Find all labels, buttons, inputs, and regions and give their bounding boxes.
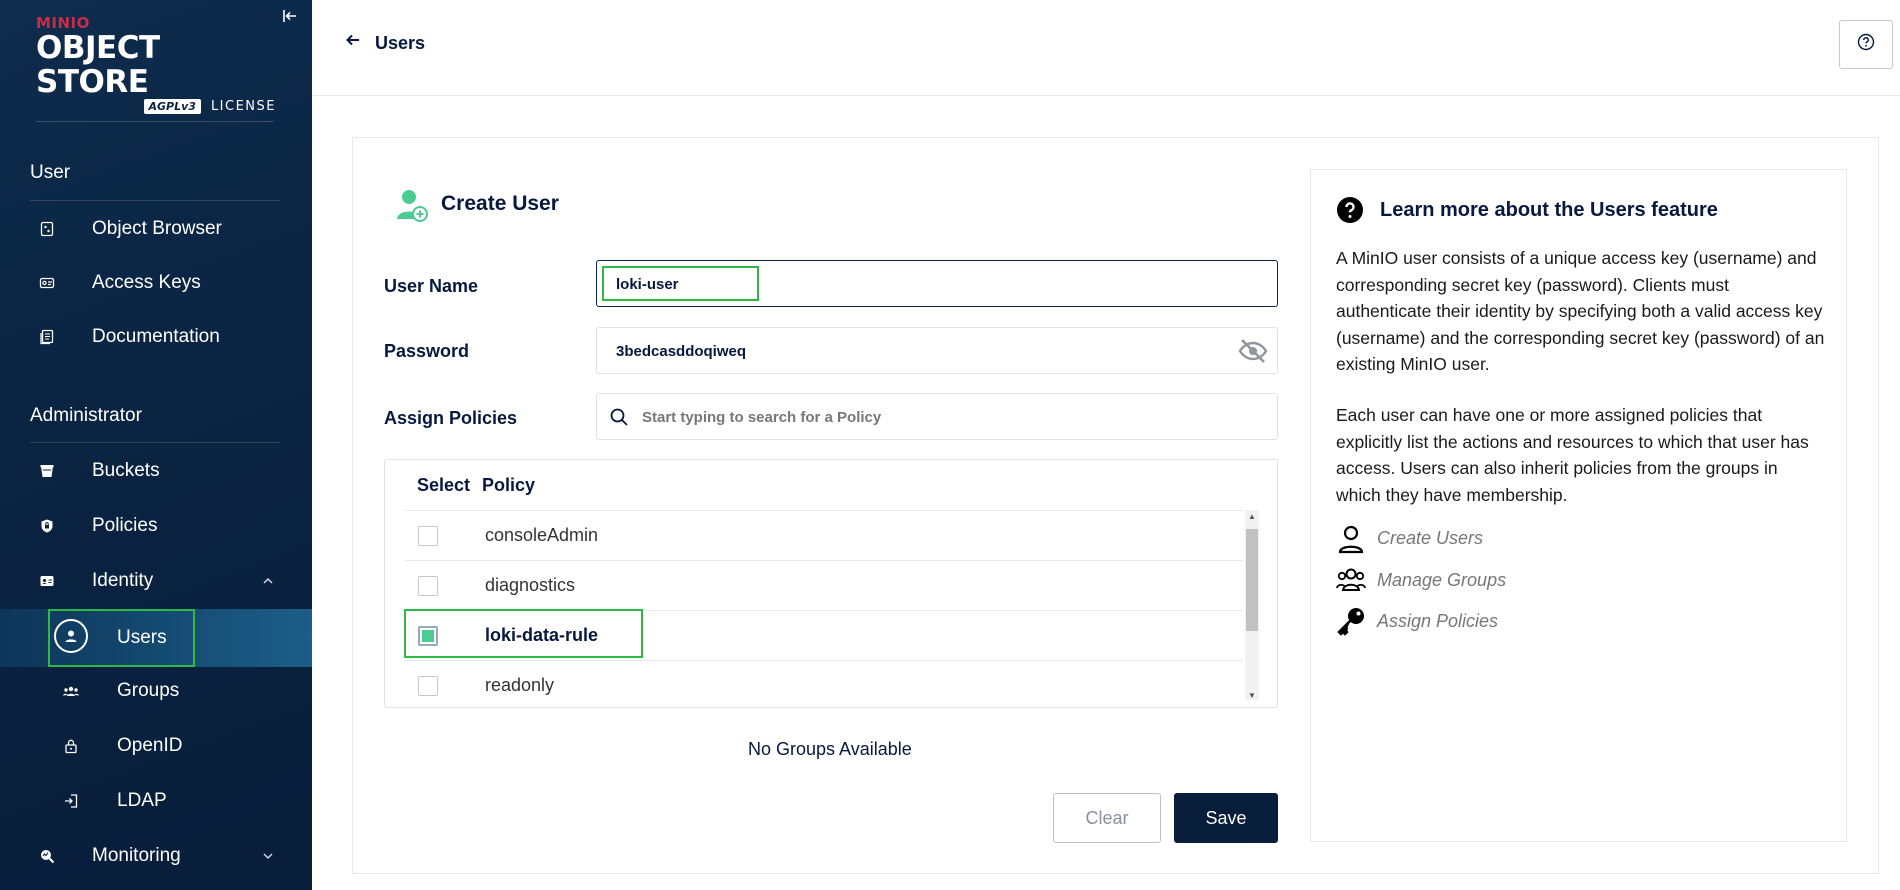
sidebar-item-label: Groups: [117, 680, 180, 701]
object-browser-icon: [38, 220, 56, 238]
policy-checkbox[interactable]: [418, 576, 438, 596]
sidebar-item-ldap[interactable]: LDAP: [0, 778, 312, 824]
sidebar-item-buckets[interactable]: Buckets: [0, 448, 312, 494]
form-title: Create User: [441, 192, 559, 215]
collapse-sidebar-icon[interactable]: [280, 8, 300, 28]
identity-icon: [38, 572, 56, 590]
save-button[interactable]: Save: [1174, 793, 1278, 843]
sidebar-item-label: Monitoring: [92, 845, 181, 866]
sidebar-item-identity[interactable]: Identity: [0, 558, 312, 604]
password-input[interactable]: 3bedcasddoqiweq: [596, 327, 1278, 374]
policy-highlight-box: [404, 609, 643, 658]
section-divider: [30, 442, 280, 443]
user-icon: [54, 619, 88, 653]
assign-policies-label: Assign Policies: [384, 408, 518, 428]
clear-button[interactable]: Clear: [1053, 793, 1161, 843]
help-button[interactable]: [1839, 20, 1893, 69]
sidebar-item-access-keys[interactable]: Access Keys: [0, 260, 312, 306]
groups-outline-icon: [1336, 566, 1366, 596]
logo-divider: [36, 121, 274, 122]
policy-scrollbar[interactable]: ▲ ▼: [1245, 510, 1259, 700]
help-paragraph: Each user can have one or more assigned …: [1336, 405, 1809, 505]
minio-logo[interactable]: MINIO OBJECT STORE AGPLv3 LICENSE: [36, 14, 276, 114]
sidebar-item-object-browser[interactable]: Object Browser: [0, 206, 312, 252]
help-link-create-users[interactable]: Create Users: [1377, 528, 1483, 549]
sidebar: MINIO OBJECT STORE AGPLv3 LICENSE User O…: [0, 0, 312, 890]
logo-product: OBJECT STORE: [36, 30, 160, 100]
top-bar: Users: [312, 0, 1900, 96]
sidebar-item-documentation[interactable]: Documentation: [0, 314, 312, 360]
password-value: 3bedcasddoqiweq: [616, 343, 747, 360]
table-row[interactable]: readonly: [405, 660, 1243, 707]
access-keys-icon: [38, 274, 56, 292]
help-paragraph: A MinIO user consists of a unique access…: [1336, 248, 1825, 374]
back-link-users[interactable]: Users: [375, 33, 425, 54]
no-groups-message: No Groups Available: [748, 739, 912, 759]
sidebar-item-label: Object Browser: [92, 218, 222, 239]
back-arrow-icon[interactable]: [345, 31, 361, 52]
username-value: loki-user: [616, 276, 679, 293]
groups-icon: [62, 682, 80, 700]
section-title-user: User: [30, 162, 71, 183]
sidebar-item-label: Access Keys: [92, 272, 201, 293]
column-header-select: Select: [417, 475, 471, 495]
chevron-up-icon[interactable]: [262, 574, 274, 588]
agpl-badge: AGPLv3: [143, 99, 201, 114]
username-label: User Name: [384, 276, 479, 296]
policy-name: readonly: [485, 675, 555, 695]
sidebar-item-label: Policies: [92, 515, 158, 536]
user-outline-icon: [1336, 524, 1366, 554]
bucket-icon: [38, 462, 56, 480]
sidebar-item-monitoring[interactable]: Monitoring: [0, 833, 312, 879]
table-row[interactable]: diagnostics: [405, 560, 1243, 610]
scroll-up-icon[interactable]: ▲: [1248, 512, 1256, 521]
section-divider: [30, 200, 280, 201]
column-header-policy: Policy: [482, 475, 536, 495]
logo-license: LICENSE: [210, 99, 276, 114]
username-input[interactable]: loki-user: [596, 260, 1278, 307]
help-link-assign-policies[interactable]: Assign Policies: [1377, 611, 1498, 632]
policy-name: diagnostics: [485, 575, 576, 595]
documentation-icon: [38, 328, 56, 346]
create-user-icon: [395, 187, 429, 223]
search-placeholder: Start typing to search for a Policy: [642, 409, 882, 426]
eye-off-icon[interactable]: [1237, 338, 1269, 364]
key-icon: [1336, 606, 1366, 636]
sidebar-item-policies[interactable]: Policies: [0, 503, 312, 549]
section-title-administrator: Administrator: [30, 405, 142, 426]
table-row[interactable]: consoleAdmin: [405, 510, 1243, 560]
policy-checkbox[interactable]: [418, 526, 438, 546]
policy-search-input[interactable]: Start typing to search for a Policy: [596, 393, 1278, 440]
sidebar-item-groups[interactable]: Groups: [0, 668, 312, 714]
help-title: Learn more about the Users feature: [1380, 199, 1718, 221]
question-circle-icon: [1336, 196, 1364, 229]
monitoring-icon: [38, 847, 56, 865]
login-icon: [62, 792, 80, 810]
policy-name: consoleAdmin: [485, 525, 599, 545]
policy-table: Select Policy consoleAdmin diagnostics l…: [384, 459, 1278, 708]
sidebar-item-label: Identity: [92, 570, 154, 591]
search-icon: [609, 407, 629, 427]
scroll-down-icon[interactable]: ▼: [1248, 691, 1256, 700]
password-label: Password: [384, 341, 470, 361]
sidebar-item-label: LDAP: [117, 790, 167, 811]
shield-icon: [38, 517, 56, 535]
sidebar-item-label: OpenID: [117, 735, 183, 756]
lock-icon: [62, 737, 80, 755]
help-icon: [1857, 33, 1875, 56]
chevron-down-icon[interactable]: [262, 849, 274, 863]
sidebar-item-label: Buckets: [92, 460, 160, 481]
help-link-manage-groups[interactable]: Manage Groups: [1377, 570, 1506, 591]
sidebar-item-label: Documentation: [92, 326, 220, 347]
scroll-thumb[interactable]: [1246, 529, 1258, 631]
policy-checkbox[interactable]: [418, 676, 438, 696]
sidebar-item-openid[interactable]: OpenID: [0, 723, 312, 769]
